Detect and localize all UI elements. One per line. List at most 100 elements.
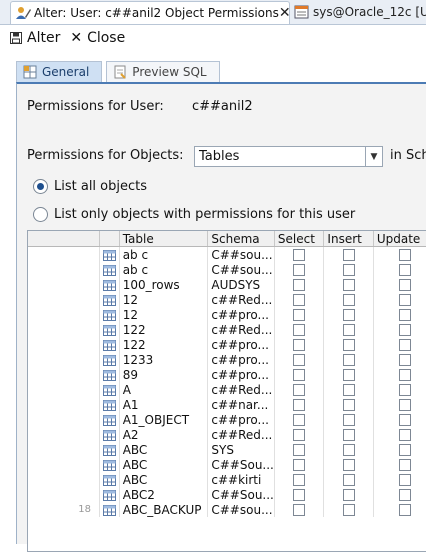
object-type-select[interactable]: Tables ▼: [194, 146, 383, 167]
update-checkbox[interactable]: [373, 457, 426, 472]
table-row[interactable]: ABC C##Sou...: [28, 457, 426, 472]
insert-checkbox[interactable]: [323, 382, 374, 397]
row-number: [28, 457, 100, 472]
table-row[interactable]: 12 c##pro...: [28, 307, 426, 322]
update-checkbox[interactable]: [373, 367, 426, 382]
insert-checkbox[interactable]: [323, 472, 374, 487]
table-row[interactable]: 100_rows AUDSYS: [28, 277, 426, 292]
table-row[interactable]: 18 ABC_BACKUP C##sou...: [28, 502, 426, 517]
select-checkbox[interactable]: [274, 427, 325, 442]
select-checkbox[interactable]: [274, 322, 325, 337]
row-number: [28, 382, 100, 397]
table-row[interactable]: ABC SYS: [28, 442, 426, 457]
table-row[interactable]: 122 c##Red...: [28, 322, 426, 337]
radio-button-selected[interactable]: [33, 179, 48, 194]
column-header-insert[interactable]: Insert: [323, 231, 374, 247]
select-checkbox[interactable]: [274, 277, 325, 292]
table-row[interactable]: 1233 c##pro...: [28, 352, 426, 367]
tab-general[interactable]: General: [16, 61, 103, 82]
update-checkbox[interactable]: [373, 246, 426, 262]
table-row[interactable]: 89 c##pro...: [28, 367, 426, 382]
table-row[interactable]: ABC2 C##Sou...: [28, 487, 426, 502]
radio-list-all[interactable]: List all objects: [33, 179, 147, 194]
update-checkbox[interactable]: [373, 352, 426, 367]
update-checkbox[interactable]: [373, 277, 426, 292]
update-checkbox[interactable]: [373, 502, 426, 517]
chevron-down-icon[interactable]: ▼: [365, 147, 382, 166]
column-header-schema[interactable]: Schema: [207, 231, 275, 247]
insert-checkbox[interactable]: [323, 246, 374, 262]
insert-checkbox[interactable]: [323, 262, 374, 277]
insert-checkbox[interactable]: [323, 307, 374, 322]
select-checkbox[interactable]: [274, 487, 325, 502]
close-x-icon: ✕: [70, 30, 83, 46]
update-checkbox[interactable]: [373, 442, 426, 457]
update-checkbox[interactable]: [373, 262, 426, 277]
update-checkbox[interactable]: [373, 487, 426, 502]
insert-checkbox[interactable]: [323, 502, 374, 517]
radio-button[interactable]: [33, 207, 48, 222]
row-number: [28, 277, 100, 292]
select-checkbox[interactable]: [274, 457, 325, 472]
update-checkbox[interactable]: [373, 307, 426, 322]
column-header-select[interactable]: Select: [274, 231, 325, 247]
select-checkbox[interactable]: [274, 337, 325, 352]
schema-cell: c##kirti: [207, 472, 275, 487]
select-checkbox[interactable]: [274, 307, 325, 322]
table-row[interactable]: ab c C##sou...: [28, 262, 426, 277]
insert-checkbox[interactable]: [323, 412, 374, 427]
tab-preview-sql[interactable]: Preview SQL: [106, 61, 220, 82]
schema-cell: c##pro...: [207, 367, 275, 382]
insert-checkbox[interactable]: [323, 442, 374, 457]
insert-checkbox[interactable]: [323, 337, 374, 352]
update-checkbox[interactable]: [373, 337, 426, 352]
insert-checkbox[interactable]: [323, 292, 374, 307]
tab-alter-user[interactable]: Alter: User: c##anil2 Object Permissions…: [10, 1, 290, 24]
update-checkbox[interactable]: [373, 397, 426, 412]
select-checkbox[interactable]: [274, 382, 325, 397]
tab-sql-worksheet[interactable]: sys@Oracle_12c [Unt: [290, 1, 426, 23]
table-row[interactable]: 12 c##Red...: [28, 292, 426, 307]
row-number: [28, 412, 100, 427]
update-checkbox[interactable]: [373, 322, 426, 337]
close-icon[interactable]: ✕: [279, 5, 289, 21]
insert-checkbox[interactable]: [323, 457, 374, 472]
update-checkbox[interactable]: [373, 292, 426, 307]
table-row[interactable]: ab c C##sou...: [28, 246, 426, 262]
select-checkbox[interactable]: [274, 367, 325, 382]
insert-checkbox[interactable]: [323, 352, 374, 367]
insert-checkbox[interactable]: [323, 427, 374, 442]
table-row[interactable]: ABC c##kirti: [28, 472, 426, 487]
row-number: [28, 322, 100, 337]
insert-checkbox[interactable]: [323, 367, 374, 382]
close-button[interactable]: ✕ Close: [70, 30, 125, 46]
table-row[interactable]: Ac##Red...: [28, 382, 426, 397]
insert-checkbox[interactable]: [323, 277, 374, 292]
insert-checkbox[interactable]: [323, 487, 374, 502]
select-checkbox[interactable]: [274, 246, 325, 262]
table-row[interactable]: A2 c##Red...: [28, 427, 426, 442]
insert-checkbox[interactable]: [323, 322, 374, 337]
table-row[interactable]: A1_OBJECT c##pro...: [28, 412, 426, 427]
select-checkbox[interactable]: [274, 442, 325, 457]
select-checkbox[interactable]: [274, 502, 325, 517]
column-header-table[interactable]: Table: [119, 231, 209, 247]
update-checkbox[interactable]: [373, 382, 426, 397]
select-checkbox[interactable]: [274, 292, 325, 307]
in-schema-label: in Sch: [390, 148, 426, 163]
alter-button[interactable]: Alter: [10, 30, 60, 46]
radio-list-only[interactable]: List only objects with permissions for t…: [33, 207, 355, 222]
table-row[interactable]: 122 c##pro...: [28, 337, 426, 352]
update-checkbox[interactable]: [373, 427, 426, 442]
select-checkbox[interactable]: [274, 262, 325, 277]
schema-cell: c##Red...: [207, 322, 275, 337]
select-checkbox[interactable]: [274, 352, 325, 367]
select-checkbox[interactable]: [274, 412, 325, 427]
select-checkbox[interactable]: [274, 397, 325, 412]
column-header-update[interactable]: Update: [373, 231, 426, 247]
insert-checkbox[interactable]: [323, 397, 374, 412]
select-checkbox[interactable]: [274, 472, 325, 487]
table-row[interactable]: A1 c##nar...: [28, 397, 426, 412]
update-checkbox[interactable]: [373, 412, 426, 427]
update-checkbox[interactable]: [373, 472, 426, 487]
